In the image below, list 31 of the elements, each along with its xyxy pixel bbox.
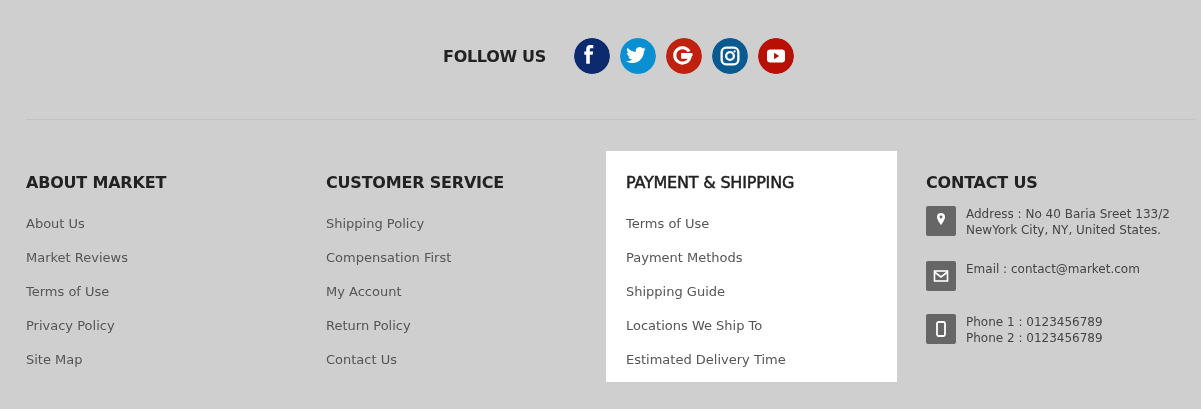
- footer-link[interactable]: Site Map: [26, 352, 83, 367]
- footer-link[interactable]: Shipping Guide: [626, 284, 726, 299]
- phone-icon: [926, 314, 956, 344]
- google-icon[interactable]: [666, 38, 702, 74]
- footer-link[interactable]: Shipping Policy: [326, 216, 425, 231]
- contact-text: Phone 1 : 0123456789 Phone 2 : 0123456789: [966, 314, 1103, 346]
- instagram-icon[interactable]: [712, 38, 748, 74]
- footer-link[interactable]: Estimated Delivery Time: [626, 352, 786, 367]
- contact-text: Address : No 40 Baria Sreet 133/2 NewYork City, NY, United States.: [966, 206, 1170, 238]
- footer-link[interactable]: Market Reviews: [26, 250, 128, 265]
- facebook-icon[interactable]: [574, 38, 610, 74]
- pin-icon: [926, 206, 956, 236]
- footer-link[interactable]: Return Policy: [326, 318, 411, 333]
- footer-link[interactable]: About Us: [26, 216, 85, 231]
- footer-link[interactable]: Payment Methods: [626, 250, 743, 265]
- twitter-icon[interactable]: [620, 38, 656, 74]
- footer-link[interactable]: Compensation First: [326, 250, 452, 265]
- follow-label: FOLLOW US: [443, 46, 546, 66]
- footer-link[interactable]: My Account: [326, 284, 402, 299]
- column-heading: ABOUT MARKET: [26, 173, 167, 192]
- footer-link[interactable]: Privacy Policy: [26, 318, 115, 333]
- column-heading: CUSTOMER SERVICE: [326, 173, 505, 192]
- footer-link[interactable]: Locations We Ship To: [626, 318, 763, 333]
- envelope-icon: [926, 261, 956, 291]
- footer-link[interactable]: Terms of Use: [626, 216, 710, 231]
- column-heading: CONTACT US: [926, 173, 1038, 192]
- footer-link[interactable]: Terms of Use: [26, 284, 110, 299]
- column-heading: PAYMENT & SHIPPING: [626, 173, 795, 192]
- youtube-icon[interactable]: [758, 38, 794, 74]
- footer-link[interactable]: Contact Us: [326, 352, 397, 367]
- contact-text: Email : contact@market.com: [966, 261, 1140, 277]
